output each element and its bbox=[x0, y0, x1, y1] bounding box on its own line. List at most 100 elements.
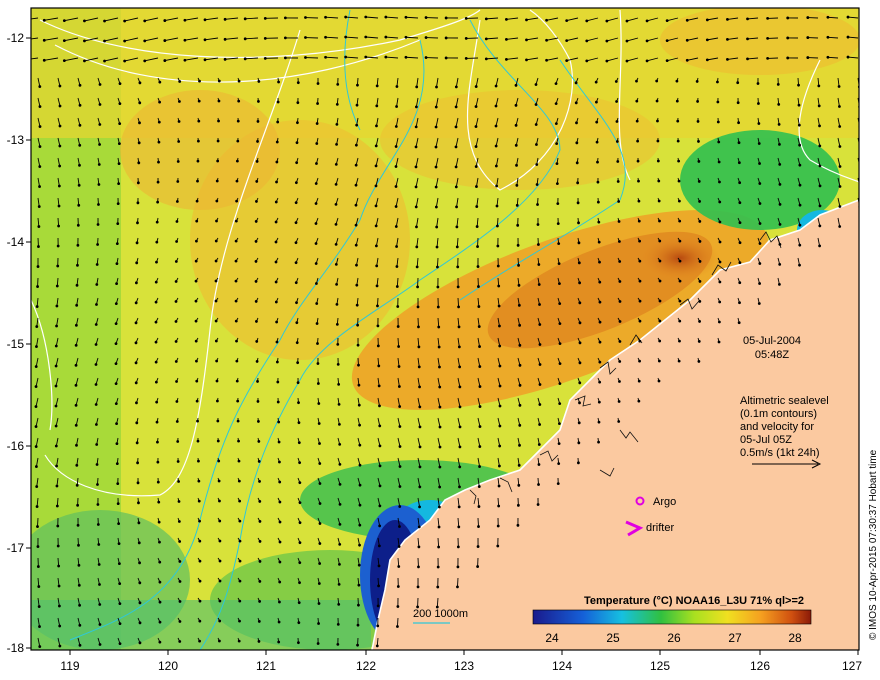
velocity-vector-head bbox=[295, 341, 299, 345]
velocity-vector-head bbox=[496, 224, 499, 228]
velocity-vector-head bbox=[757, 302, 761, 305]
velocity-vector-head bbox=[677, 199, 681, 203]
velocity-vector-head bbox=[276, 120, 280, 124]
velocity-vector-head bbox=[498, 424, 502, 428]
velocity-vector-head bbox=[35, 485, 39, 488]
velocity-vector-head bbox=[438, 365, 441, 369]
velocity-vector-head bbox=[258, 540, 262, 543]
velocity-vector-head bbox=[115, 442, 119, 446]
velocity-vector-head bbox=[758, 282, 761, 285]
velocity-vector-head bbox=[278, 580, 282, 584]
velocity-vector-head bbox=[237, 99, 241, 103]
lon-tick-label: 124 bbox=[552, 659, 572, 673]
velocity-vector-head bbox=[175, 220, 179, 223]
velocity-vector-head bbox=[798, 263, 801, 267]
velocity-vector-head bbox=[57, 224, 61, 228]
velocity-vector-head bbox=[518, 443, 521, 447]
velocity-vector-head bbox=[585, 19, 589, 23]
velocity-vector-head bbox=[525, 18, 528, 22]
velocity-vector-head bbox=[315, 142, 319, 145]
velocity-vector-head bbox=[314, 242, 318, 245]
velocity-vector-head bbox=[498, 344, 502, 348]
velocity-vector-head bbox=[757, 142, 761, 145]
velocity-vector-head bbox=[117, 182, 121, 186]
velocity-vector-head bbox=[778, 162, 782, 166]
velocity-vector-head bbox=[398, 405, 402, 408]
velocity-vector-head bbox=[615, 140, 619, 143]
velocity-vector-head bbox=[436, 265, 439, 269]
velocity-vector-head bbox=[223, 57, 227, 61]
velocity-vector-head bbox=[557, 462, 561, 466]
velocity-vector-head bbox=[77, 583, 81, 587]
velocity-vector-head bbox=[476, 265, 480, 268]
colorbar bbox=[532, 609, 812, 625]
velocity-vector-head bbox=[98, 123, 102, 126]
velocity-vector-head bbox=[196, 159, 200, 163]
velocity-vector-head bbox=[618, 380, 621, 383]
velocity-vector-head bbox=[75, 443, 78, 447]
velocity-vector-head bbox=[54, 344, 58, 348]
velocity-vector-head bbox=[318, 542, 322, 545]
velocity-vector-head bbox=[505, 37, 508, 41]
velocity-vector-head bbox=[96, 503, 100, 506]
velocity-vector-head bbox=[437, 345, 441, 349]
velocity-vector-head bbox=[434, 185, 438, 189]
velocity-vector-head bbox=[537, 443, 541, 446]
velocity-vector-head bbox=[357, 383, 361, 387]
velocity-vector-head bbox=[95, 263, 99, 266]
velocity-vector-head bbox=[295, 161, 299, 165]
velocity-vector-head bbox=[434, 125, 438, 129]
velocity-vector-head bbox=[216, 159, 220, 163]
imos-credit: © IMOS 10-Apr-2015 07:30:37 Hobart time bbox=[868, 449, 879, 640]
velocity-vector-head bbox=[214, 339, 218, 343]
velocity-vector-head bbox=[216, 419, 220, 423]
velocity-vector-head bbox=[615, 100, 618, 103]
velocity-vector-head bbox=[78, 143, 82, 147]
velocity-vector-head bbox=[58, 84, 62, 88]
velocity-vector-head bbox=[158, 580, 162, 584]
velocity-vector-head bbox=[766, 37, 770, 40]
velocity-vector-head bbox=[156, 180, 160, 184]
velocity-vector-head bbox=[605, 19, 609, 23]
velocity-vector-head bbox=[237, 79, 241, 83]
velocity-vector-head bbox=[394, 185, 398, 188]
velocity-vector-head bbox=[97, 563, 101, 566]
velocity-vector-head bbox=[378, 404, 381, 408]
velocity-vector-head bbox=[317, 602, 321, 605]
velocity-vector-head bbox=[518, 423, 522, 427]
velocity-vector-head bbox=[37, 605, 41, 608]
velocity-vector-head bbox=[234, 239, 238, 243]
velocity-vector-head bbox=[758, 202, 762, 205]
colorbar-tick: 24 bbox=[545, 631, 559, 645]
velocity-vector-head bbox=[258, 580, 262, 583]
velocity-vector-head bbox=[594, 80, 598, 84]
velocity-vector-head bbox=[398, 445, 402, 448]
velocity-vector-head bbox=[494, 144, 498, 148]
velocity-vector-head bbox=[137, 161, 141, 165]
velocity-vector-head bbox=[298, 561, 302, 565]
velocity-vector-head bbox=[458, 365, 462, 369]
velocity-vector-head bbox=[215, 359, 219, 363]
velocity-vector-head bbox=[134, 301, 138, 305]
velocity-vector-head bbox=[277, 640, 281, 644]
velocity-vector-head bbox=[118, 622, 122, 626]
velocity-vector-head bbox=[535, 143, 538, 146]
velocity-vector-head bbox=[114, 362, 118, 366]
velocity-vector-head bbox=[625, 19, 629, 23]
velocity-vector-head bbox=[123, 39, 127, 43]
velocity-vector-head bbox=[757, 102, 760, 105]
velocity-vector-head bbox=[354, 183, 358, 187]
velocity-vector-head bbox=[117, 522, 121, 526]
velocity-vector-head bbox=[434, 205, 438, 209]
velocity-vector-head bbox=[384, 35, 388, 39]
velocity-vector-head bbox=[577, 241, 581, 245]
velocity-vector-head bbox=[477, 525, 480, 528]
velocity-vector-head bbox=[736, 81, 740, 85]
velocity-vector-head bbox=[258, 560, 262, 563]
velocity-vector-head bbox=[95, 443, 99, 446]
velocity-vector-head bbox=[394, 225, 398, 228]
velocity-vector-head bbox=[163, 39, 167, 42]
velocity-vector-head bbox=[116, 202, 120, 206]
velocity-vector-head bbox=[436, 565, 440, 569]
velocity-vector-head bbox=[354, 223, 358, 227]
